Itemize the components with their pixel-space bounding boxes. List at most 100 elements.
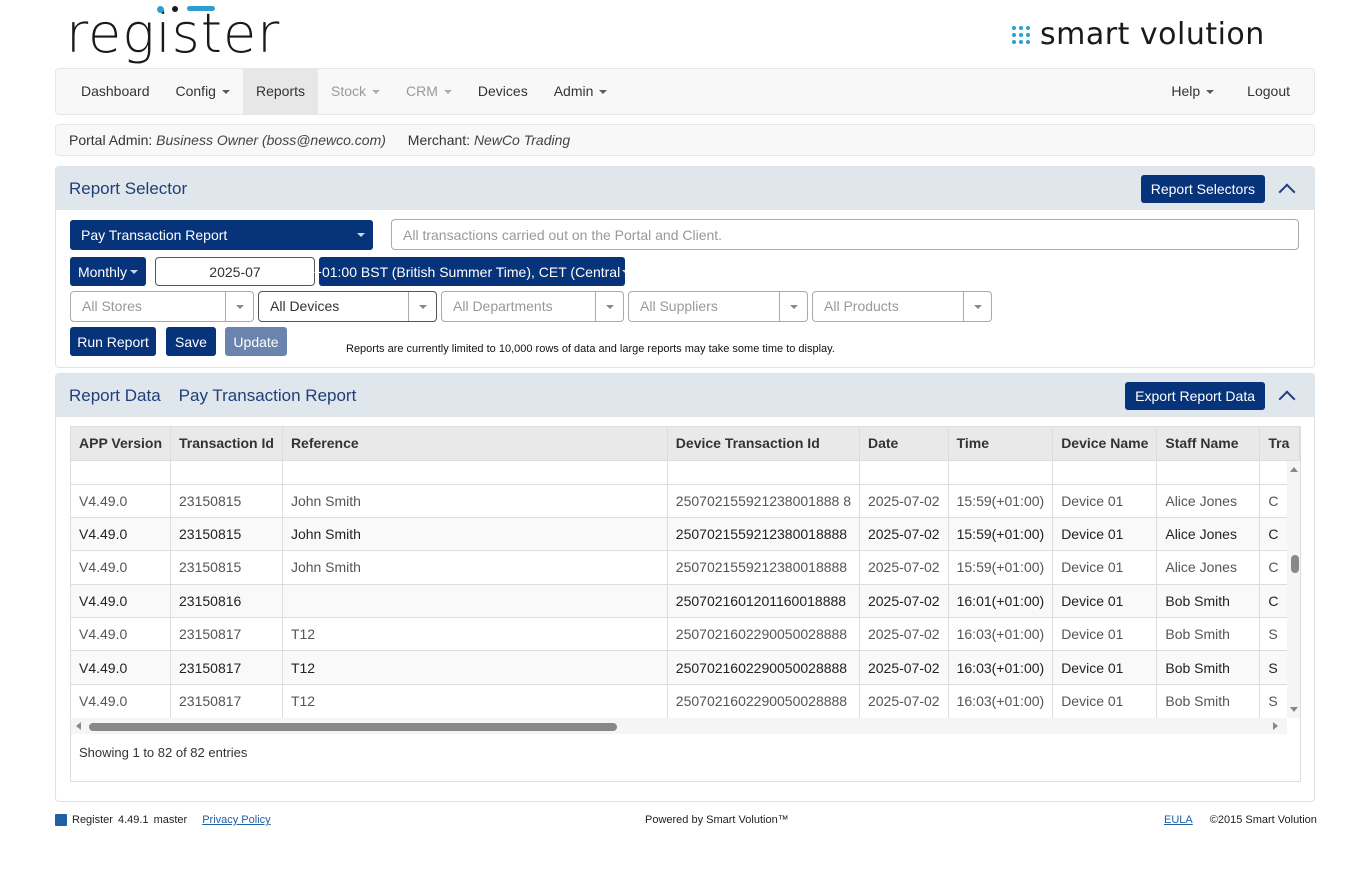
column-header[interactable]: Device Name — [1052, 427, 1158, 460]
collapse-chevron-icon[interactable] — [1278, 183, 1296, 200]
update-button[interactable]: Update — [225, 327, 287, 356]
nav-dashboard[interactable]: Dashboard — [68, 69, 163, 114]
timezone-dropdown[interactable]: +01:00 BST (British Summer Time), CET (C… — [314, 257, 631, 286]
vertical-scrollbar[interactable] — [1287, 461, 1300, 718]
table-cell: Bob Smith — [1156, 650, 1261, 685]
filter-all-products[interactable]: All Products — [812, 291, 992, 322]
powered-by: Powered by Smart Volution™ — [645, 814, 789, 826]
column-header[interactable]: Staff Name — [1156, 427, 1261, 460]
report-table: APP Version Transaction Id Reference Device… — [71, 427, 1300, 718]
column-header[interactable]: Reference — [282, 427, 668, 460]
column-header[interactable]: Transaction Id — [170, 427, 283, 460]
caret-down-icon — [372, 90, 381, 95]
table-row[interactable]: V4.49.0 23150815 John Smith 250702155921238… — [71, 550, 1300, 585]
scroll-up-arrow-icon[interactable] — [1290, 463, 1298, 472]
table-row[interactable]: V4.49.0 23150817 T12 2507021602290050028888… — [71, 683, 1300, 718]
privacy-policy-link[interactable]: Privacy Policy — [202, 814, 270, 826]
dropdown-arrow-icon[interactable] — [963, 292, 991, 321]
table-cell: Device 01 — [1052, 617, 1158, 651]
scroll-thumb[interactable] — [89, 723, 617, 731]
table-cell: Device 01 — [1052, 516, 1158, 551]
report-table-container: APP Version Transaction Id Reference Device… — [70, 426, 1301, 782]
filter-cell — [1052, 459, 1158, 484]
save-button[interactable]: Save — [166, 327, 216, 356]
table-cell: 16:01(+01:00) — [948, 583, 1054, 618]
table-cell: 2025-07-02 — [859, 583, 949, 618]
table-cell: 2025-07-02 — [859, 516, 949, 551]
table-cell: 23150815 — [170, 483, 283, 518]
filter-row — [71, 459, 1300, 484]
table-cell — [282, 583, 668, 618]
table-cell: 2025-07-02 — [859, 617, 949, 651]
dropdown-arrow-icon[interactable] — [408, 292, 436, 321]
table-cell: John Smith — [282, 516, 668, 551]
table-row[interactable]: V4.49.0 23150817 T12 2507021602290050028888… — [71, 617, 1300, 651]
dropdown-arrow-icon[interactable] — [595, 292, 623, 321]
nav-reports[interactable]: Reports — [242, 69, 318, 114]
report-description-field[interactable]: All transactions carried out on the Port… — [391, 219, 1299, 250]
table-row[interactable]: V4.49.0 23150815 John Smith 250702155921238… — [71, 483, 1300, 518]
table-cell: 23150817 — [170, 650, 283, 685]
table-row[interactable]: V4.49.0 23150817 T12 2507021602290050028888… — [71, 650, 1300, 685]
table-cell: 23150817 — [170, 683, 283, 718]
dropdown-arrow-icon[interactable] — [225, 292, 253, 321]
filter-all-departments[interactable]: All Departments — [441, 291, 624, 322]
nav-devices[interactable]: Devices — [465, 69, 541, 114]
report-type-select[interactable]: Pay Transaction Report — [70, 220, 373, 250]
nav-admin[interactable]: Admin — [541, 69, 621, 114]
table-cell: T12 — [282, 650, 668, 685]
nav-config[interactable]: Config — [163, 69, 243, 114]
table-cell: 16:03(+01:00) — [948, 617, 1054, 651]
column-header[interactable]: APP Version — [71, 427, 172, 460]
filter-all-suppliers[interactable]: All Suppliers — [628, 291, 808, 322]
table-cell: V4.49.0 — [71, 583, 172, 618]
table-cell: Bob Smith — [1156, 683, 1261, 718]
logo-bar — [187, 6, 215, 11]
date-input[interactable]: 2025-07 — [155, 257, 315, 286]
table-cell: 23150815 — [170, 550, 283, 585]
table-cell: John Smith — [282, 550, 668, 585]
table-row[interactable]: V4.49.0 23150815 John Smith 250702155921238… — [71, 516, 1300, 551]
column-header[interactable]: Time — [948, 427, 1054, 460]
nav-help[interactable]: Help — [1158, 69, 1227, 114]
scroll-right-arrow-icon[interactable] — [1273, 722, 1282, 730]
filter-all-stores[interactable]: All Stores — [70, 291, 254, 322]
dropdown-arrow-icon[interactable] — [779, 292, 807, 321]
logo-dot — [172, 6, 178, 12]
table-cell: 2507021601201160018888 — [667, 583, 860, 618]
table-cell: T12 — [282, 683, 668, 718]
nav-crm[interactable]: CRM — [393, 69, 465, 114]
copyright: ©2015 Smart Volution — [1209, 814, 1317, 826]
table-cell: Device 01 — [1052, 650, 1158, 685]
scroll-thumb[interactable] — [1291, 555, 1299, 573]
table-cell: 16:03(+01:00) — [948, 650, 1054, 685]
column-header[interactable]: Device Transaction Id — [667, 427, 860, 460]
horizontal-scrollbar[interactable] — [71, 718, 1287, 734]
eula-link[interactable]: EULA — [1164, 814, 1193, 826]
table-row[interactable]: V4.49.0 23150816 2507021601201160018888 202… — [71, 583, 1300, 618]
table-cell: T12 — [282, 617, 668, 651]
export-report-button[interactable]: Export Report Data — [1125, 381, 1265, 410]
table-cell: 2507021602290050028888 — [667, 650, 860, 685]
scroll-left-arrow-icon[interactable] — [72, 722, 81, 730]
table-cell: 2025-07-02 — [859, 483, 949, 518]
scroll-down-arrow-icon[interactable] — [1290, 707, 1298, 716]
table-cell: Alice Jones — [1156, 483, 1261, 518]
table-cell: Device 01 — [1052, 550, 1158, 585]
nav-stock[interactable]: Stock — [318, 69, 393, 114]
table-cell: 2025-07-02 — [859, 650, 949, 685]
nav-logout[interactable]: Logout — [1227, 69, 1314, 114]
logo-dot — [157, 6, 164, 13]
table-cell: 23150817 — [170, 617, 283, 651]
collapse-chevron-icon[interactable] — [1278, 390, 1296, 407]
table-cell: 2025-07-02 — [859, 550, 949, 585]
period-dropdown[interactable]: Monthly — [70, 257, 146, 286]
column-header[interactable]: Tra — [1259, 427, 1300, 460]
filter-all-devices[interactable]: All Devices — [258, 291, 437, 322]
run-report-button[interactable]: Run Report — [70, 327, 156, 356]
table-cell: 15:59(+01:00) — [948, 550, 1054, 585]
report-selectors-button[interactable]: Report Selectors — [1140, 174, 1265, 203]
table-cell: Bob Smith — [1156, 617, 1261, 651]
column-header[interactable]: Date — [859, 427, 949, 460]
table-cell: 2507021559212380018888 — [667, 550, 860, 585]
